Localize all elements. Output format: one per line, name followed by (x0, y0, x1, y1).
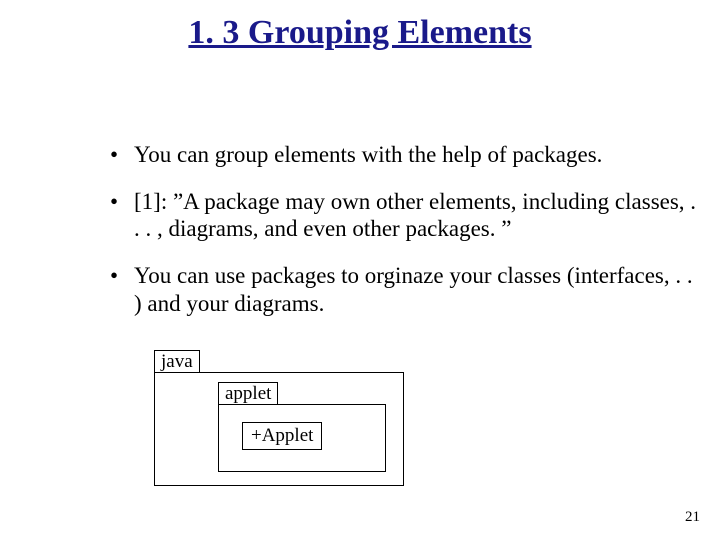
bullet-item: You can group elements with the help of … (110, 141, 700, 168)
bullet-item: You can use packages to orginaze your cl… (110, 262, 700, 316)
page-number: 21 (685, 509, 700, 526)
bullet-item: [1]: ”A package may own other elements, … (110, 188, 700, 242)
uml-package-diagram: java applet +Applet (154, 350, 414, 488)
slide-title: 1. 3 Grouping Elements (0, 14, 720, 52)
slide: 1. 3 Grouping Elements You can group ele… (0, 0, 720, 540)
applet-class-box: +Applet (242, 422, 322, 450)
bullet-list: You can group elements with the help of … (70, 141, 700, 337)
